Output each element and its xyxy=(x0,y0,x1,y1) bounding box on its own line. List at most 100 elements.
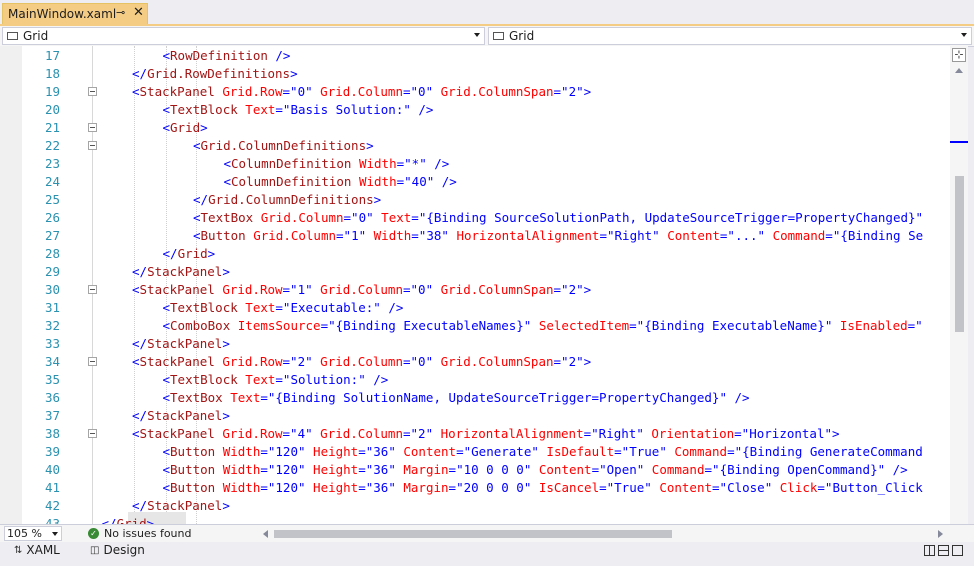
code-line[interactable]: 34 <StackPanel Grid.Row="2" Grid.Column="… xyxy=(0,353,950,371)
code-line[interactable]: 18 </Grid.RowDefinitions> xyxy=(0,65,950,83)
collapse-icon[interactable] xyxy=(88,123,97,132)
code-line[interactable]: 33 </StackPanel> xyxy=(0,335,950,353)
horizontal-split-icon[interactable] xyxy=(938,545,949,556)
code-token: " xyxy=(305,282,313,297)
code-line[interactable]: 28 </Grid> xyxy=(0,245,950,263)
code-text: <StackPanel Grid.Row="4" Grid.Column="2"… xyxy=(132,425,840,443)
code-token: TextBlock xyxy=(170,300,238,315)
code-token: =" xyxy=(275,102,291,117)
code-token: =" xyxy=(320,318,336,333)
code-token: "> xyxy=(576,84,592,99)
vertical-split-icon[interactable] xyxy=(924,545,935,556)
code-line[interactable]: 39 <Button Width="120" Height="36" Conten… xyxy=(0,443,950,461)
code-line[interactable]: 30 <StackPanel Grid.Row="1" Grid.Column="… xyxy=(0,281,950,299)
vertical-scroll-thumb[interactable] xyxy=(955,176,964,332)
code-line[interactable]: 37 </StackPanel> xyxy=(0,407,950,425)
document-tab[interactable]: MainWindow.xaml ⊸ ✕ xyxy=(2,3,148,24)
pin-icon[interactable]: ⊸ xyxy=(116,6,125,19)
code-token: Grid.Column xyxy=(253,210,344,225)
collapse-icon[interactable] xyxy=(88,357,97,366)
code-token: Grid.ColumnDefinitions xyxy=(200,138,367,153)
code-token: "> xyxy=(576,282,592,297)
code-token: </ xyxy=(162,246,178,261)
code-line[interactable]: 19 <StackPanel Grid.Row="0" Grid.Column="… xyxy=(0,83,950,101)
code-line[interactable]: 31 <TextBlock Text="Executable:" /> xyxy=(0,299,950,317)
code-line[interactable]: 40 <Button Width="120" Height="36" Margin… xyxy=(0,461,950,479)
code-token: =" xyxy=(734,426,750,441)
code-line[interactable]: 21 <Grid> xyxy=(0,119,950,137)
code-text: <ColumnDefinition Width="40" /> xyxy=(224,173,457,191)
code-line[interactable]: 29 </StackPanel> xyxy=(0,263,950,281)
code-token: 0 xyxy=(418,84,426,99)
code-line[interactable]: 26 <TextBox Grid.Column="0" Text="{Bindin… xyxy=(0,209,950,227)
chevron-down-icon[interactable] xyxy=(52,532,58,536)
split-icon[interactable]: ⊹ xyxy=(952,48,966,62)
code-line[interactable]: 17 <RowDefinition /> xyxy=(0,47,950,65)
code-token: Text xyxy=(237,102,276,117)
collapse-icon[interactable] xyxy=(88,87,97,96)
vertical-scrollbar[interactable]: ⊹ xyxy=(950,46,968,524)
code-token: =" xyxy=(282,282,298,297)
code-editor[interactable]: 17 <RowDefinition /> 18 </Grid.RowDefinitio… xyxy=(0,46,950,524)
horizontal-scroll-thumb[interactable] xyxy=(274,530,672,538)
scroll-left-icon[interactable] xyxy=(263,530,268,538)
code-token: =" xyxy=(282,84,298,99)
code-token: " xyxy=(652,228,660,243)
code-token: ColumnDefinition xyxy=(231,174,352,189)
collapse-icon[interactable] xyxy=(88,141,97,150)
tab-xaml[interactable]: ⇅ XAML xyxy=(14,543,60,557)
code-line[interactable]: 41 <Button Width="120" Height="36" Margin… xyxy=(0,479,950,497)
code-line[interactable]: 32 <ComboBox ItemsSource="{Binding Execut… xyxy=(0,317,950,335)
chevron-down-icon[interactable] xyxy=(961,33,967,37)
tab-design[interactable]: ◫ Design xyxy=(90,543,145,557)
code-line[interactable]: 35 <TextBlock Text="Solution:" /> xyxy=(0,371,950,389)
collapse-icon[interactable] xyxy=(88,285,97,294)
code-line[interactable]: 24 <ColumnDefinition Width="40" /> xyxy=(0,173,950,191)
code-token: " /> xyxy=(719,390,750,405)
code-token: =" xyxy=(727,444,743,459)
collapse-icon[interactable] xyxy=(88,429,97,438)
scroll-right-icon[interactable] xyxy=(938,530,943,538)
type-dropdown[interactable]: Grid xyxy=(2,27,485,45)
collapse-pane-icon[interactable] xyxy=(952,545,963,556)
code-token: Width xyxy=(215,480,261,495)
scroll-up-icon[interactable] xyxy=(955,68,963,73)
code-token: =" xyxy=(629,318,645,333)
chevron-down-icon[interactable] xyxy=(474,33,480,37)
code-token: > xyxy=(222,408,230,423)
code-token: =" xyxy=(448,480,464,495)
code-line[interactable]: 38 <StackPanel Grid.Row="4" Grid.Column="… xyxy=(0,425,950,443)
window-bottom-edge xyxy=(0,560,974,566)
code-token: < xyxy=(162,444,171,459)
member-dropdown[interactable]: Grid xyxy=(488,27,972,45)
code-line[interactable]: 20 <TextBlock Text="Basis Solution:" /> xyxy=(0,101,950,119)
code-token: Grid.Row xyxy=(214,282,283,297)
code-token: Command xyxy=(644,462,705,477)
code-token: =" xyxy=(358,480,374,495)
issues-indicator[interactable]: ✓ No issues found xyxy=(88,527,191,540)
code-token: </ xyxy=(132,66,148,81)
code-line[interactable]: 42 </StackPanel> xyxy=(0,497,950,515)
code-line[interactable]: 43 </Grid> xyxy=(0,515,950,524)
code-line[interactable]: 23 <ColumnDefinition Width="*" /> xyxy=(0,155,950,173)
tab-title: MainWindow.xaml xyxy=(8,7,117,21)
code-token: Grid.Column xyxy=(312,426,403,441)
close-icon[interactable]: ✕ xyxy=(133,5,144,20)
code-token: IsEnabled xyxy=(832,318,908,333)
code-token: StackPanel xyxy=(139,84,215,99)
line-number: 26 xyxy=(44,210,60,225)
code-token: ... xyxy=(734,228,758,243)
code-line[interactable]: 25 </Grid.ColumnDefinitions> xyxy=(0,191,950,209)
code-token: Width xyxy=(215,444,261,459)
code-token: Solution: xyxy=(290,372,359,387)
code-text: <TextBlock Text="Solution:" /> xyxy=(163,371,389,389)
code-line[interactable]: 27 <Button Grid.Column="1" Width="38" Hor… xyxy=(0,227,950,245)
code-token: 20 0 0 0 xyxy=(463,480,524,495)
code-token: Grid.Column xyxy=(245,228,336,243)
scrollbar-caret-marker xyxy=(950,141,968,143)
code-line[interactable]: 36 <TextBox Text="{Binding SolutionName, … xyxy=(0,389,950,407)
code-token: =" xyxy=(260,462,276,477)
zoom-dropdown[interactable]: 105 % xyxy=(4,526,62,541)
code-text: <ComboBox ItemsSource="{Binding Executab… xyxy=(163,317,923,335)
code-line[interactable]: 22 <Grid.ColumnDefinitions> xyxy=(0,137,950,155)
